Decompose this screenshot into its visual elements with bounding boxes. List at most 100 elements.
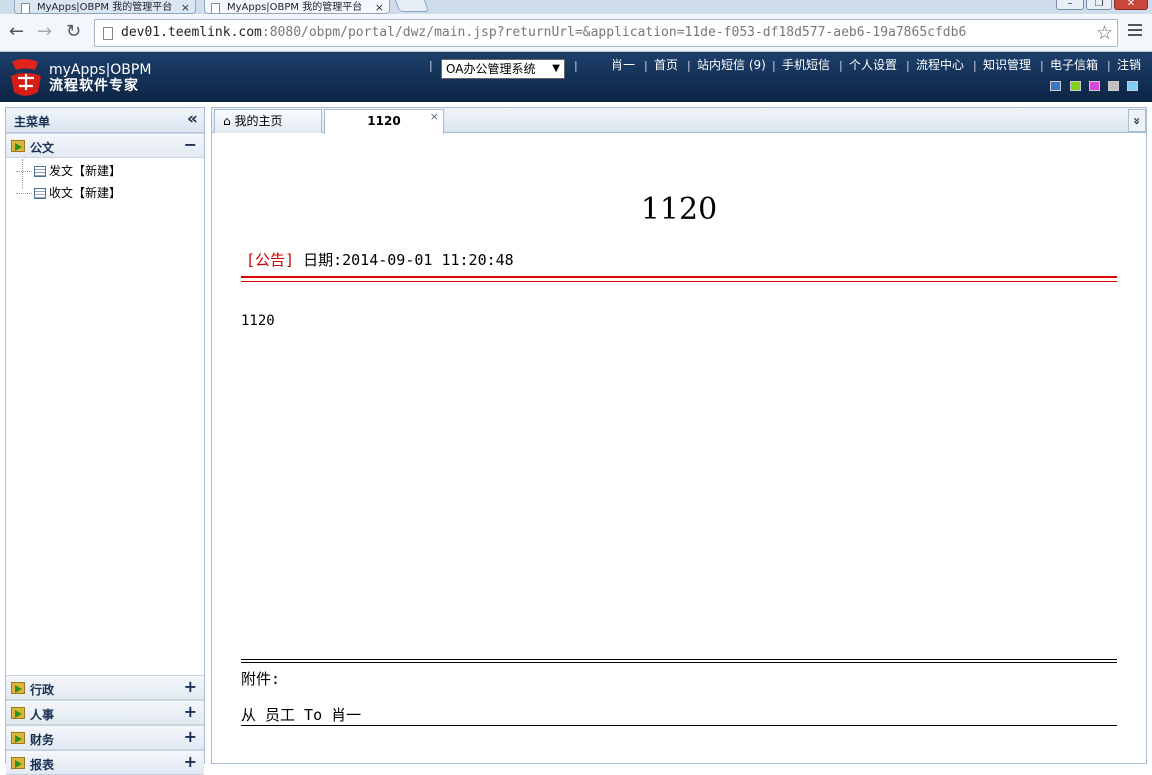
theme-swatch-purple[interactable] <box>1089 81 1100 91</box>
expand-group-icon[interactable]: + <box>184 702 197 721</box>
expand-group-icon[interactable]: + <box>184 727 197 746</box>
address-bar[interactable]: dev01.teemlink.com:8080/obpm/portal/dwz/… <box>94 19 1118 47</box>
user-name-link[interactable]: 肖一 <box>611 58 635 72</box>
separator: | <box>687 59 691 72</box>
system-select[interactable]: OA办公管理系统 ▼ <box>441 59 565 79</box>
url-text: dev01.teemlink.com:8080/obpm/portal/dwz/… <box>121 25 966 41</box>
close-window-button[interactable]: ✕ <box>1114 0 1148 10</box>
folder-arrow-icon <box>11 682 25 694</box>
browser-tab-strip: MyApps|OBPM 我的管理平台 × MyApps|OBPM 我的管理平台 … <box>0 0 1152 14</box>
workflow-link[interactable]: 流程中心 <box>916 58 964 72</box>
close-icon[interactable]: × <box>181 0 190 13</box>
grid-icon <box>34 166 46 177</box>
tab-document[interactable]: 1120 × <box>324 109 444 134</box>
forward-button[interactable]: → <box>37 22 52 42</box>
sidebar-item-label: 收文【新建】 <box>49 186 122 200</box>
grid-icon <box>34 188 46 199</box>
logo-icon <box>11 59 41 96</box>
minimize-button[interactable]: – <box>1056 0 1084 10</box>
theme-swatch-silver[interactable] <box>1108 81 1119 91</box>
date-label: 日期: <box>303 251 343 269</box>
reload-button[interactable]: ↻ <box>66 22 81 42</box>
sidebar-title: 主菜单 <box>14 115 51 129</box>
main-panel: ⌂ 我的主页 1120 × » 1120 [公告] 日期:2014-09-01 … <box>211 107 1147 764</box>
menu-group-finance[interactable]: 财务 + <box>6 725 204 750</box>
document-meta: [公告] 日期:2014-09-01 11:20:48 <box>246 251 514 269</box>
back-button[interactable]: ← <box>9 22 24 42</box>
menu-group-hr[interactable]: 人事 + <box>6 700 204 725</box>
home-link[interactable]: 首页 <box>654 58 678 72</box>
page-icon <box>103 27 113 40</box>
knowledge-link[interactable]: 知识管理 <box>983 58 1031 72</box>
theme-swatch-sky[interactable] <box>1127 81 1138 91</box>
maximize-button[interactable]: ❐ <box>1086 0 1112 10</box>
separator: | <box>1107 59 1111 72</box>
sms-link[interactable]: 手机短信 <box>782 58 830 72</box>
url-host: dev01.teemlink.com <box>121 25 262 40</box>
page-icon <box>211 3 220 13</box>
logo-subtitle: 流程软件专家 <box>49 78 139 94</box>
tab-label: 1120 <box>367 114 401 128</box>
separator: | <box>839 59 843 72</box>
sidebar-item-receive-doc[interactable]: 收文【新建】 <box>16 184 121 201</box>
browser-tab-1[interactable]: MyApps|OBPM 我的管理平台 × <box>14 0 196 14</box>
new-tab-button[interactable] <box>392 0 430 12</box>
menu-group-label: 人事 <box>30 708 55 722</box>
menu-group-reports[interactable]: 报表 + <box>6 750 204 775</box>
logout-link[interactable]: 注销 <box>1117 58 1141 72</box>
content-tab-bar: ⌂ 我的主页 1120 × » <box>212 108 1146 134</box>
collapse-group-icon[interactable]: − <box>184 135 197 154</box>
document-title: 1120 <box>640 192 718 227</box>
date-value: 2014-09-01 11:20:48 <box>342 251 514 269</box>
document-body: 1120 <box>241 313 275 329</box>
browser-tab-2[interactable]: MyApps|OBPM 我的管理平台 × <box>204 0 390 14</box>
expand-group-icon[interactable]: + <box>184 677 197 696</box>
separator: | <box>574 59 578 72</box>
folder-arrow-icon <box>11 140 25 152</box>
email-link[interactable]: 电子信箱 <box>1050 58 1098 72</box>
page-icon <box>21 3 30 13</box>
tab-home[interactable]: ⌂ 我的主页 <box>214 109 322 133</box>
close-icon[interactable]: × <box>375 0 384 13</box>
tab-more-icon[interactable]: » <box>1128 109 1146 132</box>
separator: | <box>906 59 910 72</box>
tree-connector <box>16 193 32 194</box>
from-to-line: 从 员工 To 肖一 <box>241 706 362 724</box>
sidebar-item-send-doc[interactable]: 发文【新建】 <box>16 162 121 179</box>
separator: | <box>644 59 648 72</box>
browser-tab-title: MyApps|OBPM 我的管理平台 <box>227 2 363 13</box>
sidebar: 主菜单 « 公文 − 发文【新建】 收文【新建】 行政 + 人事 + 财务 + … <box>5 107 205 775</box>
close-icon[interactable]: × <box>430 106 439 128</box>
theme-swatch-green[interactable] <box>1070 81 1081 91</box>
theme-swatch-blue[interactable] <box>1050 81 1061 91</box>
attachment-label: 附件: <box>241 670 281 688</box>
menu-group-admin[interactable]: 行政 + <box>6 675 204 700</box>
menu-group-label: 财务 <box>30 733 55 747</box>
expand-group-icon[interactable]: + <box>184 752 197 771</box>
separator: | <box>1040 59 1044 72</box>
logo-title: myApps|OBPM <box>49 62 152 78</box>
separator: | <box>429 59 433 72</box>
folder-arrow-icon <box>11 757 25 769</box>
messages-link[interactable]: 站内短信 (9) <box>697 58 766 72</box>
chevron-down-icon: ▼ <box>552 63 560 74</box>
menu-group-official-docs[interactable]: 公文 − <box>6 133 204 158</box>
url-path: :8080/obpm/portal/dwz/main.jsp?returnUrl… <box>261 25 967 40</box>
black-divider <box>241 659 1117 663</box>
red-divider <box>241 276 1117 282</box>
tab-label: 我的主页 <box>234 114 283 128</box>
system-select-value: OA办公管理系统 <box>446 62 536 76</box>
settings-link[interactable]: 个人设置 <box>849 58 897 72</box>
bookmark-star-icon[interactable]: ☆ <box>1096 22 1113 44</box>
separator: | <box>772 59 776 72</box>
menu-group-label: 公文 <box>30 141 55 155</box>
home-icon: ⌂ <box>223 114 231 128</box>
browser-tab-title: MyApps|OBPM 我的管理平台 <box>37 2 173 13</box>
bottom-divider <box>241 725 1117 726</box>
app-header: myApps|OBPM 流程软件专家 | OA办公管理系统 ▼ | 肖一 | 首… <box>0 52 1152 102</box>
folder-arrow-icon <box>11 707 25 719</box>
collapse-icon[interactable]: « <box>187 109 198 129</box>
folder-arrow-icon <box>11 732 25 744</box>
menu-group-label: 报表 <box>30 758 55 772</box>
browser-menu-icon[interactable] <box>1128 24 1142 39</box>
